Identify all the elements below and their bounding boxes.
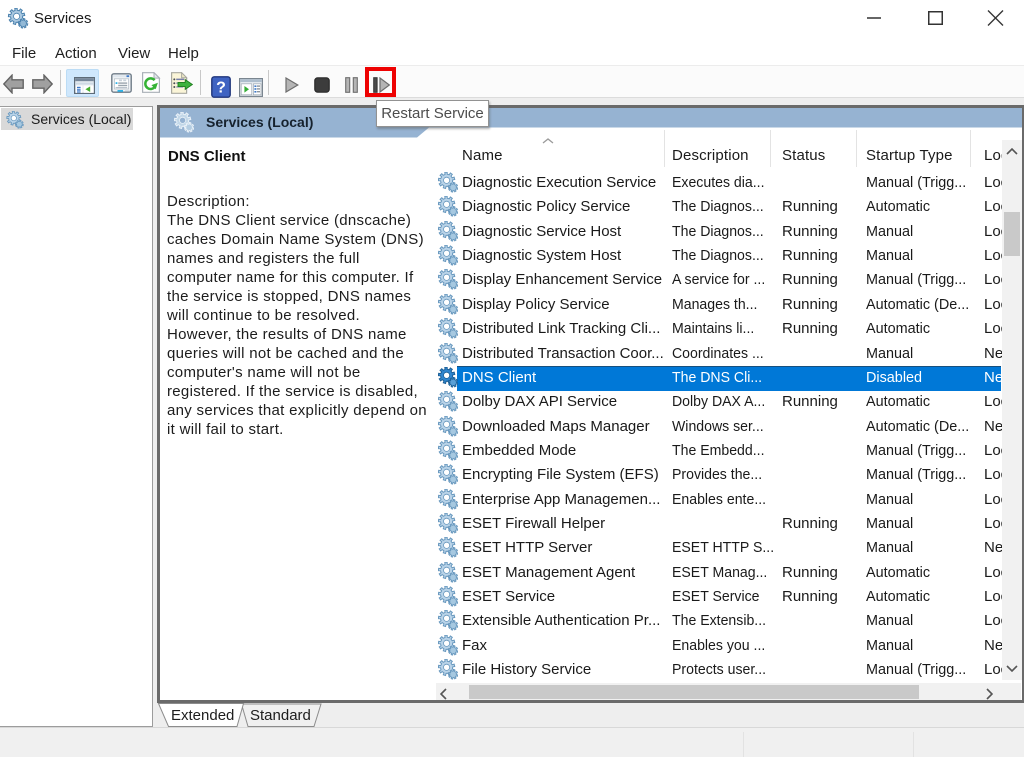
svg-text:?: ? — [216, 80, 226, 97]
